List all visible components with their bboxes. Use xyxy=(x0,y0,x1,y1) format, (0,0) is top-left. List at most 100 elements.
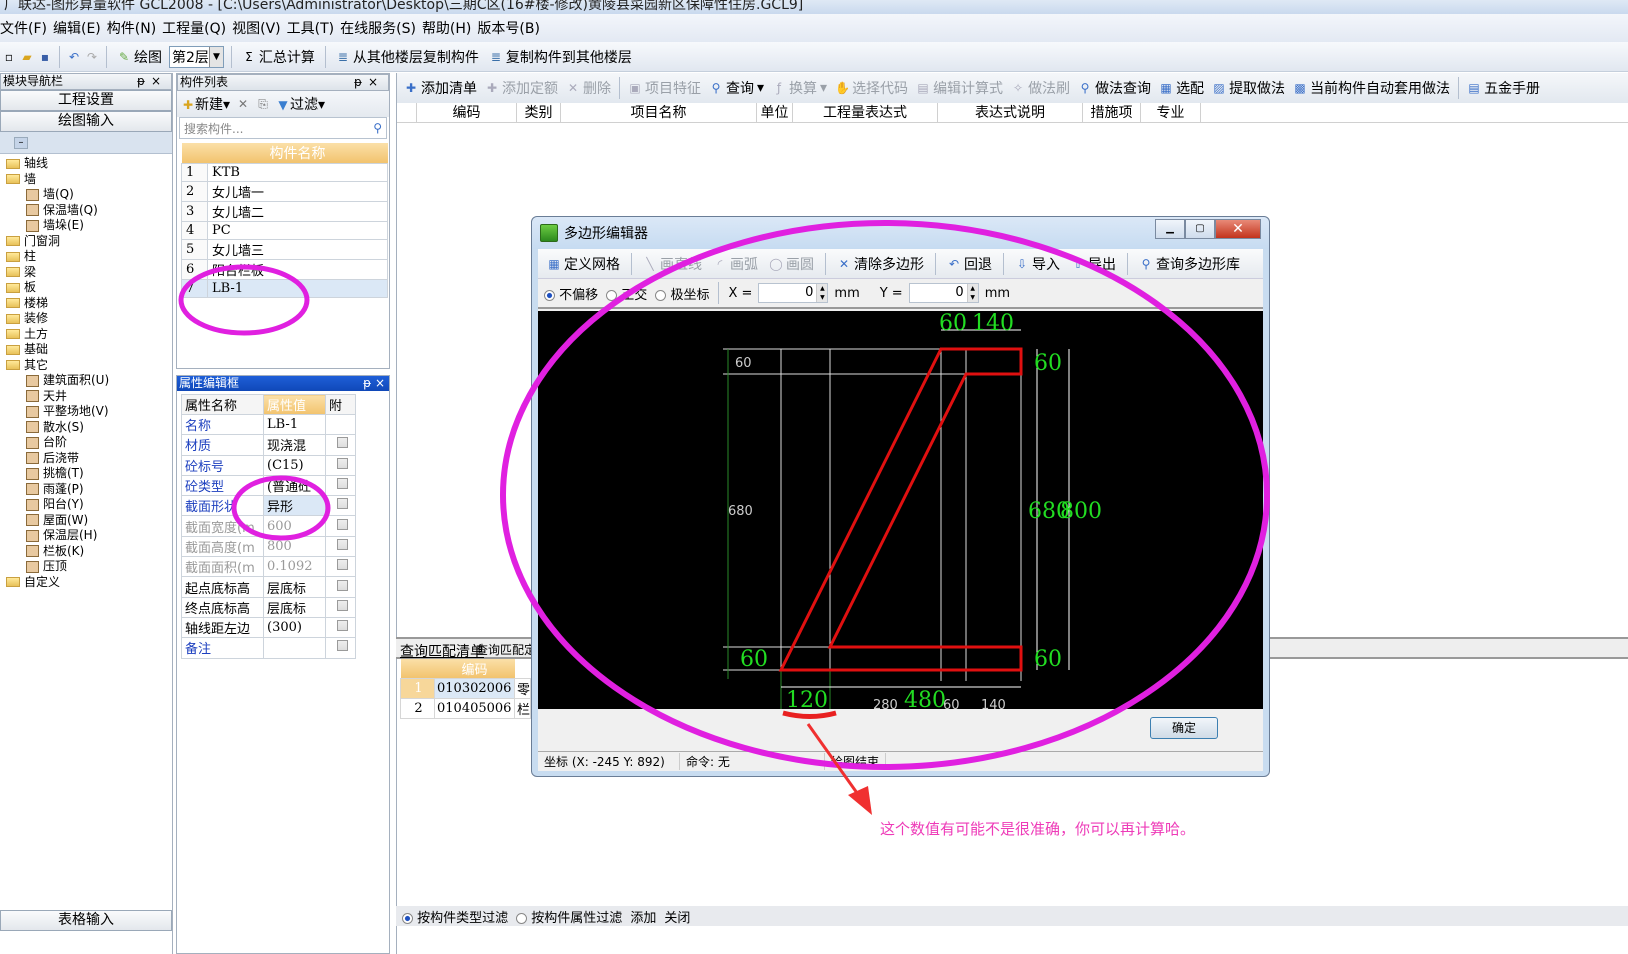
open-folder-icon[interactable]: ▰ xyxy=(20,50,34,64)
copy-from-floor-button[interactable]: ≣ 从其他楼层复制构件 xyxy=(333,47,482,67)
property-row[interactable]: 截面高度(m 800 xyxy=(181,535,356,558)
toolbar-button-7[interactable]: ▤ 编辑计算式 xyxy=(913,78,1006,98)
polygon-tool-6[interactable]: ⇩ 导入 xyxy=(1012,254,1063,274)
property-value[interactable]: LB-1 xyxy=(263,413,326,436)
attach-checkbox[interactable] xyxy=(325,616,356,639)
copy-icon[interactable]: ⎘ xyxy=(256,97,270,111)
y-coord-input[interactable]: 0 ▲ ▼ xyxy=(908,283,979,303)
tree-item[interactable]: 天井 xyxy=(0,389,172,405)
tab-match-list[interactable]: 查询匹配清单 xyxy=(400,641,484,661)
attach-checkbox[interactable] xyxy=(325,495,356,517)
pin-close-controls[interactable]: ᵽ× xyxy=(354,75,388,90)
property-value[interactable]: 层底标 xyxy=(263,596,326,618)
tree-item[interactable]: 建筑面积(U) xyxy=(0,373,172,389)
toolbar-button-10[interactable]: ▦ 选配 xyxy=(1156,78,1207,98)
component-row[interactable]: 5 女儿墙三 xyxy=(181,239,388,260)
property-row[interactable]: 起点底标高 层底标 xyxy=(181,576,356,598)
polygon-tool-2[interactable]: ◜ 画弧 xyxy=(710,254,761,274)
property-value[interactable]: 层底标 xyxy=(263,576,326,598)
attach-checkbox[interactable] xyxy=(325,637,356,659)
tree-item[interactable]: 栏板(K) xyxy=(0,544,172,560)
pin-close-controls[interactable]: ᵽ× xyxy=(137,74,171,89)
tree-item[interactable]: 其它 xyxy=(0,358,172,374)
property-row[interactable]: 截面宽度(m 600 xyxy=(181,515,356,537)
tree-item[interactable]: 墙垛(E) xyxy=(0,218,172,234)
component-search-input[interactable]: 搜索构件... ⚲ xyxy=(179,117,387,139)
menu-edit[interactable]: 编辑(E) xyxy=(53,18,107,38)
component-row[interactable]: 1 KTB xyxy=(181,163,388,182)
copy-to-floor-button[interactable]: ≣ 复制构件到其他楼层 xyxy=(486,47,635,67)
tree-item[interactable]: 自定义 xyxy=(0,575,172,591)
tree-item[interactable]: 雨蓬(P) xyxy=(0,482,172,498)
toolbar-button-0[interactable]: ✚ 添加清单 xyxy=(401,78,480,98)
property-value[interactable]: (C15) xyxy=(263,454,326,476)
component-row[interactable]: 4 PC xyxy=(181,221,388,240)
tree-item[interactable]: 后浇带 xyxy=(0,451,172,467)
component-row[interactable]: 3 女儿墙二 xyxy=(181,201,388,222)
property-value[interactable] xyxy=(263,637,326,659)
toolbar-button-3[interactable]: ▣ 项目特征 xyxy=(625,78,704,98)
tree-item[interactable]: 墙 xyxy=(0,172,172,188)
toolbar-button-12[interactable]: ▩ 当前构件自动套用做法 xyxy=(1290,78,1453,98)
toolbar-button-1[interactable]: ✚ 添加定额 xyxy=(482,78,561,98)
tree-item[interactable]: 保温墙(Q) xyxy=(0,203,172,219)
toolbar-button-2[interactable]: ✕ 删除 xyxy=(563,78,614,98)
spinner-icon[interactable]: ▲ ▼ xyxy=(966,284,978,302)
attach-checkbox[interactable] xyxy=(325,576,356,598)
collapse-icon[interactable]: – xyxy=(14,136,28,149)
tree-item[interactable]: 基础 xyxy=(0,342,172,358)
menu-help[interactable]: 帮助(H) xyxy=(422,18,477,38)
filter-by-type-radio[interactable]: 按构件类型过滤 xyxy=(402,907,508,926)
toolbar-button-6[interactable]: ✋ 选择代码 xyxy=(832,78,911,98)
property-row[interactable]: 截面形状 异形 xyxy=(181,495,356,517)
table-input-button[interactable]: 表格输入 xyxy=(0,910,172,931)
dialog-titlebar[interactable]: 多边形编辑器 ▁ ▢ ✕ xyxy=(532,217,1269,249)
menu-component[interactable]: 构件(N) xyxy=(107,18,162,38)
x-coord-input[interactable]: 0 ▲ ▼ xyxy=(758,283,829,303)
minimize-button[interactable]: ▁ xyxy=(1155,219,1185,239)
attach-checkbox[interactable] xyxy=(325,434,356,456)
toolbar-button-13[interactable]: ▤ 五金手册 xyxy=(1464,78,1543,98)
property-row[interactable]: 终点底标高 层底标 xyxy=(181,596,356,618)
sum-calc-button[interactable]: Σ 汇总计算 xyxy=(239,47,318,67)
mode-radio-2[interactable]: 极坐标 xyxy=(655,284,709,303)
menu-version[interactable]: 版本号(B) xyxy=(477,18,546,38)
polygon-tool-1[interactable]: ╲ 画直线 xyxy=(640,254,705,274)
property-row[interactable]: 砼标号 (C15) xyxy=(181,454,356,476)
project-settings-button[interactable]: 工程设置 xyxy=(0,90,172,111)
add-button[interactable]: 添加 xyxy=(630,907,656,926)
menu-file[interactable]: 文件(F) xyxy=(0,18,53,38)
drawing-canvas[interactable]: 60 680 280 60 140 60 140 60 680 800 60 6… xyxy=(538,311,1263,713)
property-row[interactable]: 名称 LB-1 xyxy=(181,413,356,436)
close-button[interactable]: 关闭 xyxy=(664,907,690,926)
attach-checkbox[interactable] xyxy=(325,535,356,558)
draw-button[interactable]: ✎ 绘图 xyxy=(114,47,165,67)
spinner-icon[interactable]: ▲ ▼ xyxy=(816,284,828,302)
mode-radio-1[interactable]: 正交 xyxy=(606,284,647,303)
tree-item[interactable]: 台阶 xyxy=(0,435,172,451)
tree-item[interactable]: 轴线 xyxy=(0,156,172,172)
polygon-tool-7[interactable]: ⇧ 导出 xyxy=(1068,254,1119,274)
property-row[interactable]: 截面面积(m 0.1092 xyxy=(181,556,356,578)
filter-button[interactable]: ▼ 过滤▾ xyxy=(276,94,325,114)
menu-view[interactable]: 视图(V) xyxy=(232,18,287,38)
save-icon[interactable]: ▪ xyxy=(38,50,52,64)
tree-item[interactable]: 土方 xyxy=(0,327,172,343)
polygon-tool-0[interactable]: ▦ 定义网格 xyxy=(544,254,623,274)
mode-radio-0[interactable]: 不偏移 xyxy=(544,284,598,303)
property-value[interactable]: 现浇混 xyxy=(263,434,326,456)
menu-online[interactable]: 在线服务(S) xyxy=(340,18,422,38)
tree-item[interactable]: 楼梯 xyxy=(0,296,172,312)
property-row[interactable]: 材质 现浇混 xyxy=(181,434,356,456)
property-value[interactable]: (300) xyxy=(263,616,326,639)
component-row[interactable]: 7 LB-1 xyxy=(181,279,388,298)
menu-quantity[interactable]: 工程量(Q) xyxy=(162,18,232,38)
tree-item[interactable]: 散水(S) xyxy=(0,420,172,436)
polygon-tool-8[interactable]: ⚲ 查询多边形库 xyxy=(1136,254,1243,274)
attach-checkbox[interactable] xyxy=(325,474,356,497)
attach-checkbox[interactable] xyxy=(325,596,356,618)
match-row[interactable]: 1 010302006 零 xyxy=(400,678,532,699)
tree-item[interactable]: 门窗洞 xyxy=(0,234,172,250)
toolbar-button-9[interactable]: ⚲ 做法查询 xyxy=(1075,78,1154,98)
component-row[interactable]: 2 女儿墙一 xyxy=(181,181,388,202)
